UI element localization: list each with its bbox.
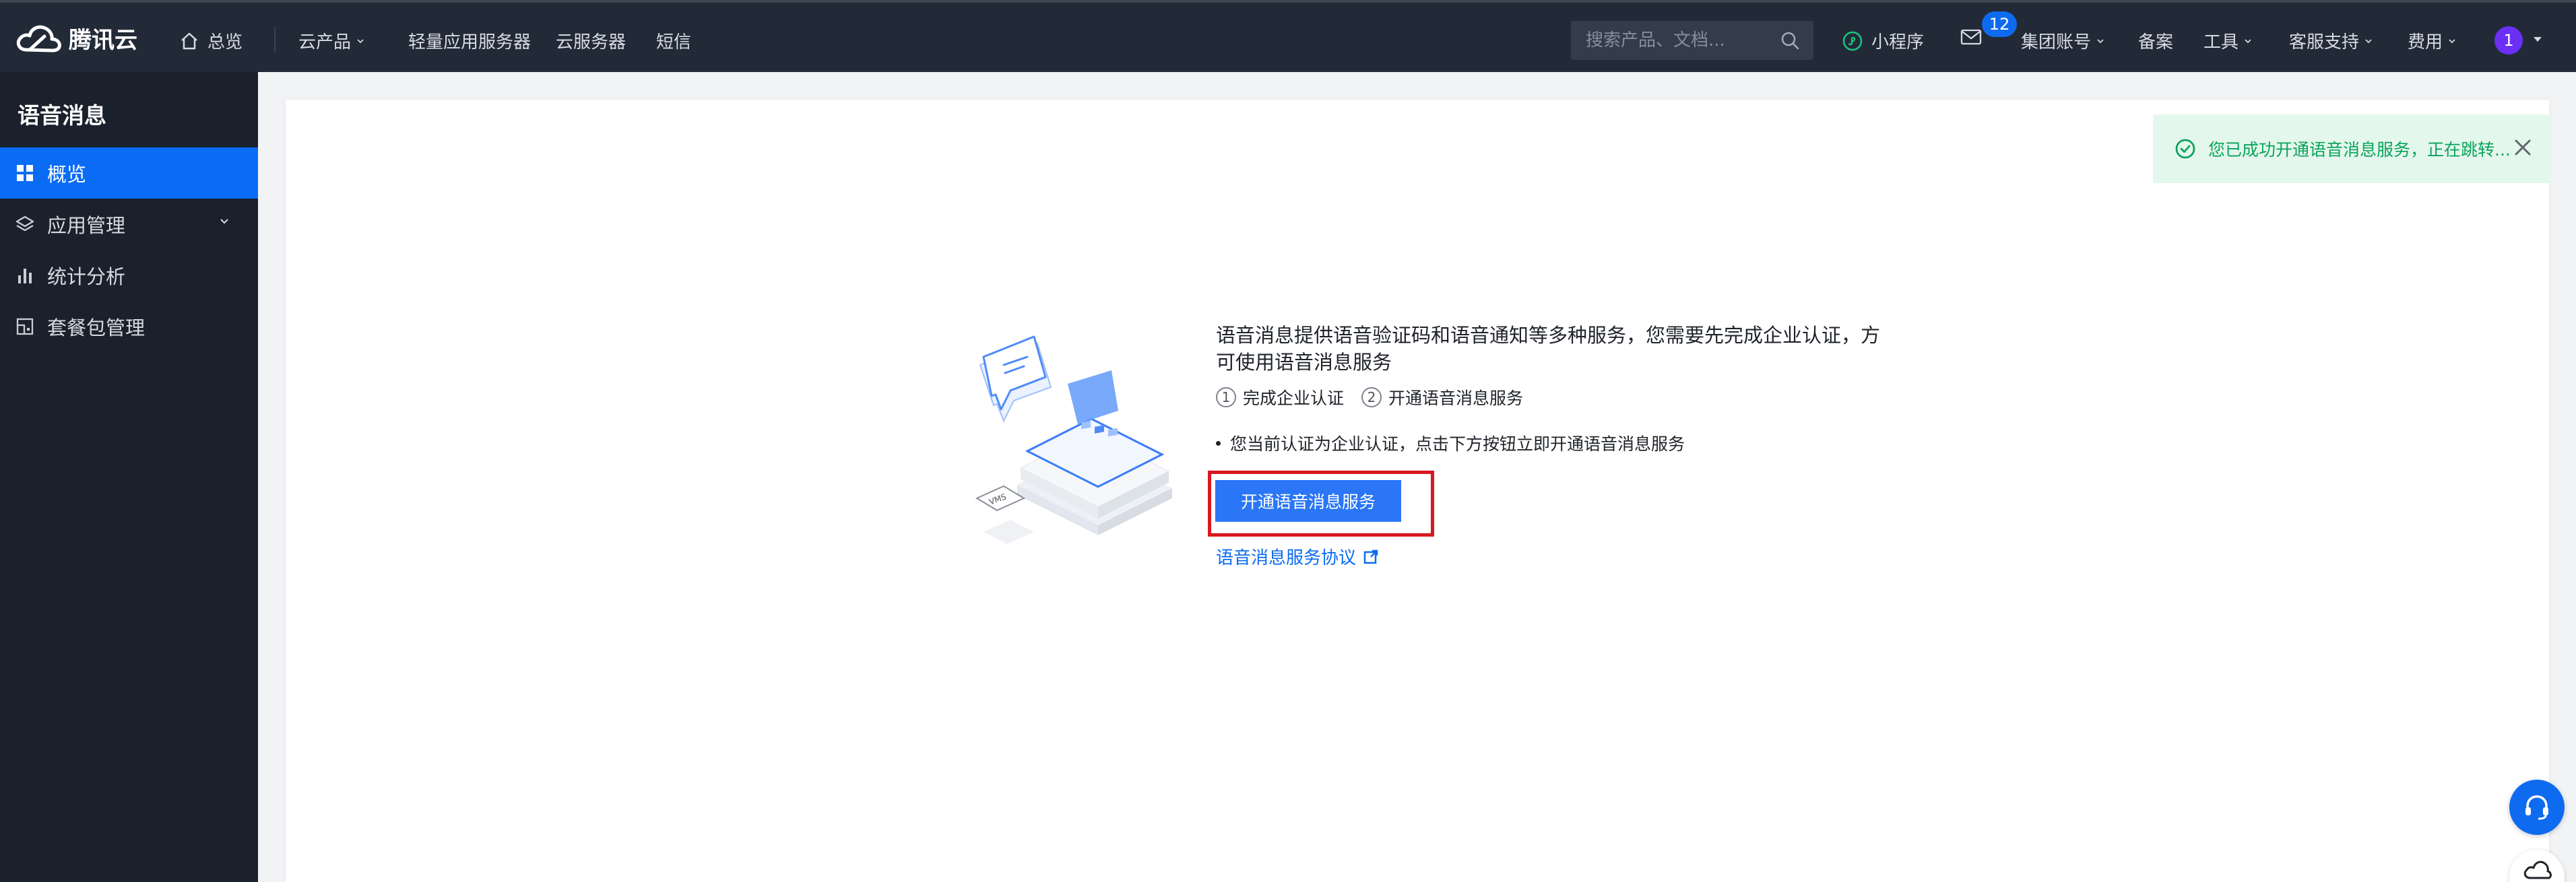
avatar[interactable]: 1 <box>2494 26 2523 55</box>
check-circle-icon <box>2175 139 2195 159</box>
external-link-icon <box>1363 549 1378 564</box>
top-navigation-bar: 腾讯云 总览 云产品 轻量应用服务器 云服务器 短信 小程序 12 集团账号 备… <box>0 0 2576 72</box>
sidebar-item-overview[interactable]: 概览 <box>0 147 258 199</box>
search-input[interactable] <box>1586 30 1774 50</box>
customer-support-button[interactable] <box>2509 780 2565 835</box>
step-label: 完成企业认证 <box>1243 388 1345 408</box>
success-toast: 您已成功开通语音消息服务，正在跳转... <box>2153 114 2552 183</box>
sidebar-item-statistics[interactable]: 统计分析 <box>0 250 258 301</box>
service-description: 语音消息提供语音验证码和语音通知等多种服务，您需要先完成企业认证，方可使用语音消… <box>1216 324 1881 374</box>
home-icon <box>181 32 197 49</box>
sidebar-item-app-management[interactable]: 应用管理 <box>0 199 258 250</box>
grid-icon <box>15 163 35 183</box>
sidebar-title: 语音消息 <box>18 102 106 129</box>
agreement-link-label: 语音消息服务协议 <box>1216 548 1357 568</box>
step-label: 开通语音消息服务 <box>1388 388 1524 408</box>
sidebar-item-label: 统计分析 <box>47 265 126 288</box>
nav-overview-label: 总览 <box>207 32 243 53</box>
mail-icon <box>1960 29 1982 45</box>
sidebar-item-label: 套餐包管理 <box>47 316 146 339</box>
service-agreement-link[interactable]: 语音消息服务协议 <box>1216 544 1379 569</box>
step-item: 1 完成企业认证 <box>1216 385 1344 409</box>
nav-products-label: 云产品 <box>298 32 352 53</box>
chevron-down-icon <box>2365 38 2372 43</box>
nav-group-account[interactable]: 集团账号 <box>2021 28 2113 53</box>
step-item: 2 开通语音消息服务 <box>1361 385 1523 409</box>
chevron-down-icon <box>2449 38 2455 43</box>
verification-note: 您当前认证为企业认证，点击下方按钮立即开通语音消息服务 <box>1216 431 1685 455</box>
close-icon[interactable] <box>2513 137 2533 158</box>
message-count-badge: 12 <box>1982 11 2017 37</box>
voice-message-illustration: VMS <box>975 335 1172 544</box>
sidebar-item-package[interactable]: 套餐包管理 <box>0 301 258 352</box>
nav-mini-program[interactable]: 小程序 <box>1842 28 1924 53</box>
sidebar-item-label: 应用管理 <box>47 214 126 237</box>
search-box[interactable] <box>1571 21 1813 60</box>
chevron-down-icon <box>357 38 364 43</box>
search-icon[interactable] <box>1780 30 1800 50</box>
cloud-logo-icon <box>16 25 61 52</box>
cloud-icon <box>2523 860 2552 879</box>
avatar-caret-icon[interactable] <box>2533 36 2542 43</box>
group-account-label: 集团账号 <box>2021 32 2092 53</box>
nav-cloud-products[interactable]: 云产品 <box>298 28 373 53</box>
sidebar: 语音消息 概览 应用管理 统计分析 套餐包管理 <box>0 72 258 882</box>
nav-overview[interactable]: 总览 <box>179 28 243 53</box>
beian-label: 备案 <box>2138 32 2174 53</box>
sidebar-item-label: 概览 <box>47 163 87 186</box>
nav-billing[interactable]: 费用 <box>2408 28 2464 53</box>
activate-voice-service-button[interactable]: 开通语音消息服务 <box>1215 480 1401 522</box>
mini-program-label: 小程序 <box>1871 32 1925 53</box>
package-icon <box>15 316 35 337</box>
nav-cvm-label: 云服务器 <box>556 32 626 53</box>
nav-tools[interactable]: 工具 <box>2203 28 2260 53</box>
billing-label: 费用 <box>2408 32 2443 53</box>
layers-icon <box>15 214 35 234</box>
step-number: 1 <box>1216 387 1236 407</box>
mini-program-icon <box>1842 31 1863 50</box>
nav-cvm[interactable]: 云服务器 <box>556 28 626 53</box>
nav-sms-label: 短信 <box>656 32 692 53</box>
nav-divider <box>274 27 276 53</box>
nav-sms[interactable]: 短信 <box>656 28 691 53</box>
logo-text: 腾讯云 <box>69 27 137 54</box>
chevron-down-icon <box>220 219 228 224</box>
note-text: 您当前认证为企业认证，点击下方按钮立即开通语音消息服务 <box>1230 434 1685 454</box>
nav-lighthouse[interactable]: 轻量应用服务器 <box>408 28 531 53</box>
step-number: 2 <box>1361 387 1382 407</box>
nav-lighthouse-label: 轻量应用服务器 <box>408 32 532 53</box>
toast-message: 您已成功开通语音消息服务，正在跳转... <box>2208 140 2511 160</box>
nav-beian[interactable]: 备案 <box>2138 28 2173 53</box>
tencent-cloud-logo[interactable]: 腾讯云 <box>15 22 137 55</box>
headset-icon <box>2525 795 2548 820</box>
steps-list: 1 完成企业认证 2 开通语音消息服务 <box>1216 385 1541 409</box>
chevron-down-icon <box>2245 38 2251 43</box>
bullet-dot <box>1216 440 1221 446</box>
bar-chart-icon <box>15 265 35 285</box>
nav-support[interactable]: 客服支持 <box>2289 28 2381 53</box>
chevron-down-icon <box>2097 38 2104 43</box>
tools-label: 工具 <box>2203 32 2239 53</box>
support-label: 客服支持 <box>2289 32 2360 53</box>
